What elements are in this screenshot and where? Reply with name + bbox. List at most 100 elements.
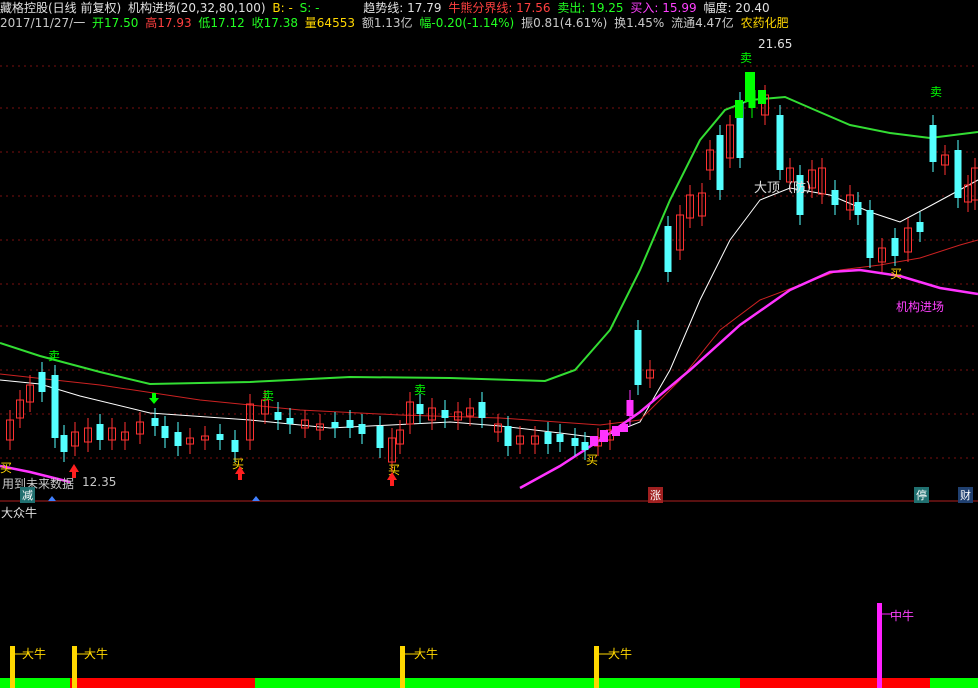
candle-body: [929, 125, 937, 162]
candle-body: [626, 400, 634, 416]
big-bull-label-2: 大牛: [84, 647, 109, 661]
mid-bull-label: 中牛: [890, 609, 915, 623]
amount-value: 额1.13亿: [361, 16, 413, 30]
bullbear-value: 牛熊分界线: 17.56: [448, 1, 551, 15]
bullbear-line: [0, 239, 978, 426]
candle-body: [38, 372, 46, 392]
big-bull-post: [10, 646, 15, 688]
swing-value: 振0.81(4.61%): [521, 16, 608, 30]
sell-marker: 卖: [930, 85, 942, 99]
candle-body: [504, 426, 512, 446]
stock-title[interactable]: 藏格控股(日线 前复权): [0, 1, 121, 15]
candle-body: [891, 238, 899, 256]
candle-body: [716, 135, 724, 190]
candle-body: [544, 432, 552, 444]
inst-entry-label: 机构进场: [896, 300, 945, 314]
candle-body: [571, 438, 579, 446]
candle-body: [854, 202, 862, 215]
candle-body: [776, 115, 784, 170]
high-value: 高17.93: [145, 16, 192, 30]
sell-marker: 卖: [262, 389, 274, 403]
candle-body: [954, 150, 962, 198]
trend-bar-segment: [255, 678, 740, 688]
lower-panel-title: 大众牛: [1, 506, 38, 520]
close-value: 收17.38: [251, 16, 298, 30]
peak-highlight: [758, 90, 766, 104]
sell-value: 卖出: 19.25: [557, 1, 624, 15]
buy-marker: 买: [0, 461, 12, 475]
float-value: 流通4.47亿: [671, 16, 734, 30]
top-label: 大顶（防）: [754, 181, 820, 196]
kline-chart[interactable]: 卖卖 卖卖卖买买买买买: [0, 0, 978, 688]
big-bull-label-1: 大牛: [22, 647, 47, 661]
big-bull-post: [400, 646, 405, 688]
candle-body: [331, 422, 339, 428]
b-signal: B: -: [272, 1, 293, 15]
stop-badge[interactable]: 停: [914, 487, 929, 503]
big-bull-post: [72, 646, 77, 688]
candle-body: [151, 418, 159, 426]
candle-body: [346, 420, 354, 428]
amp-value: 幅度: 20.40: [703, 1, 770, 15]
upper-band-line: [0, 95, 978, 386]
indicator-name[interactable]: 机构进场(20,32,80,100): [128, 1, 266, 15]
future-data-label: 用到未来数据: [2, 477, 75, 491]
candle-body: [581, 442, 589, 450]
peak-highlight: [745, 72, 755, 102]
volume-value: 量64553: [304, 16, 355, 30]
small-up-icon: [252, 496, 260, 501]
candle-body: [96, 424, 104, 440]
inst-block: [600, 430, 608, 442]
small-up-icon: [48, 496, 56, 501]
sector-value[interactable]: 农药化肥: [741, 16, 789, 30]
candle-body: [441, 410, 449, 418]
candle-body: [634, 330, 642, 385]
peak-highlight: [735, 100, 743, 118]
trend-bar-segment: [740, 678, 930, 688]
rise-badge[interactable]: 涨: [648, 487, 663, 503]
candle-body: [556, 434, 564, 442]
candle-body: [478, 402, 486, 418]
cai-badge[interactable]: 财: [958, 487, 973, 503]
candle-body: [866, 210, 874, 258]
sell-marker: 卖: [48, 349, 60, 363]
mid-line: [0, 179, 978, 439]
candle-body: [216, 434, 224, 440]
candle-body: [664, 226, 672, 272]
candle-body: [174, 432, 182, 446]
candle-body: [60, 435, 68, 452]
open-value: 开17.50: [92, 16, 139, 30]
mid-bull-post: [877, 603, 882, 688]
candle-body: [51, 375, 59, 438]
buy-marker: 买: [890, 267, 902, 281]
candle-body: [231, 440, 239, 452]
sell-marker: 卖: [414, 383, 426, 397]
down-arrow-icon: [149, 393, 159, 404]
candle-body: [358, 424, 366, 434]
buy-marker: 买: [388, 463, 400, 477]
peak-price-label: 21.65: [758, 37, 793, 51]
inst-block: [612, 426, 620, 436]
buy-value: 买入: 15.99: [630, 1, 697, 15]
low-price-label: 12.35: [82, 475, 117, 489]
header-row-1: 藏格控股(日线 前复权) 机构进场(20,32,80,100) B: - S: …: [0, 1, 773, 15]
trend-value: 趋势线: 17.79: [363, 1, 442, 15]
candle-body: [161, 426, 169, 438]
trend-bar-segment: [70, 678, 255, 688]
big-bull-label-4: 大牛: [608, 647, 633, 661]
inst-block: [590, 436, 598, 446]
buy-marker: 买: [232, 457, 244, 471]
candle-body: [916, 222, 924, 232]
header-row-2: 2017/11/27/一 开17.50 高17.93 低17.12 收17.38…: [0, 16, 792, 30]
candle-body: [286, 418, 294, 424]
candle-body: [831, 190, 839, 205]
inst-block: [620, 424, 628, 432]
turnover-value: 换1.45%: [614, 16, 665, 30]
trend-bar-segment: [930, 678, 978, 688]
date-value: 2017/11/27/一: [0, 16, 86, 30]
candle-body: [376, 426, 384, 448]
candle-body: [274, 412, 282, 420]
candle-body: [416, 404, 424, 414]
buy-marker: 买: [586, 453, 598, 467]
reduce-badge[interactable]: 减: [20, 487, 35, 503]
